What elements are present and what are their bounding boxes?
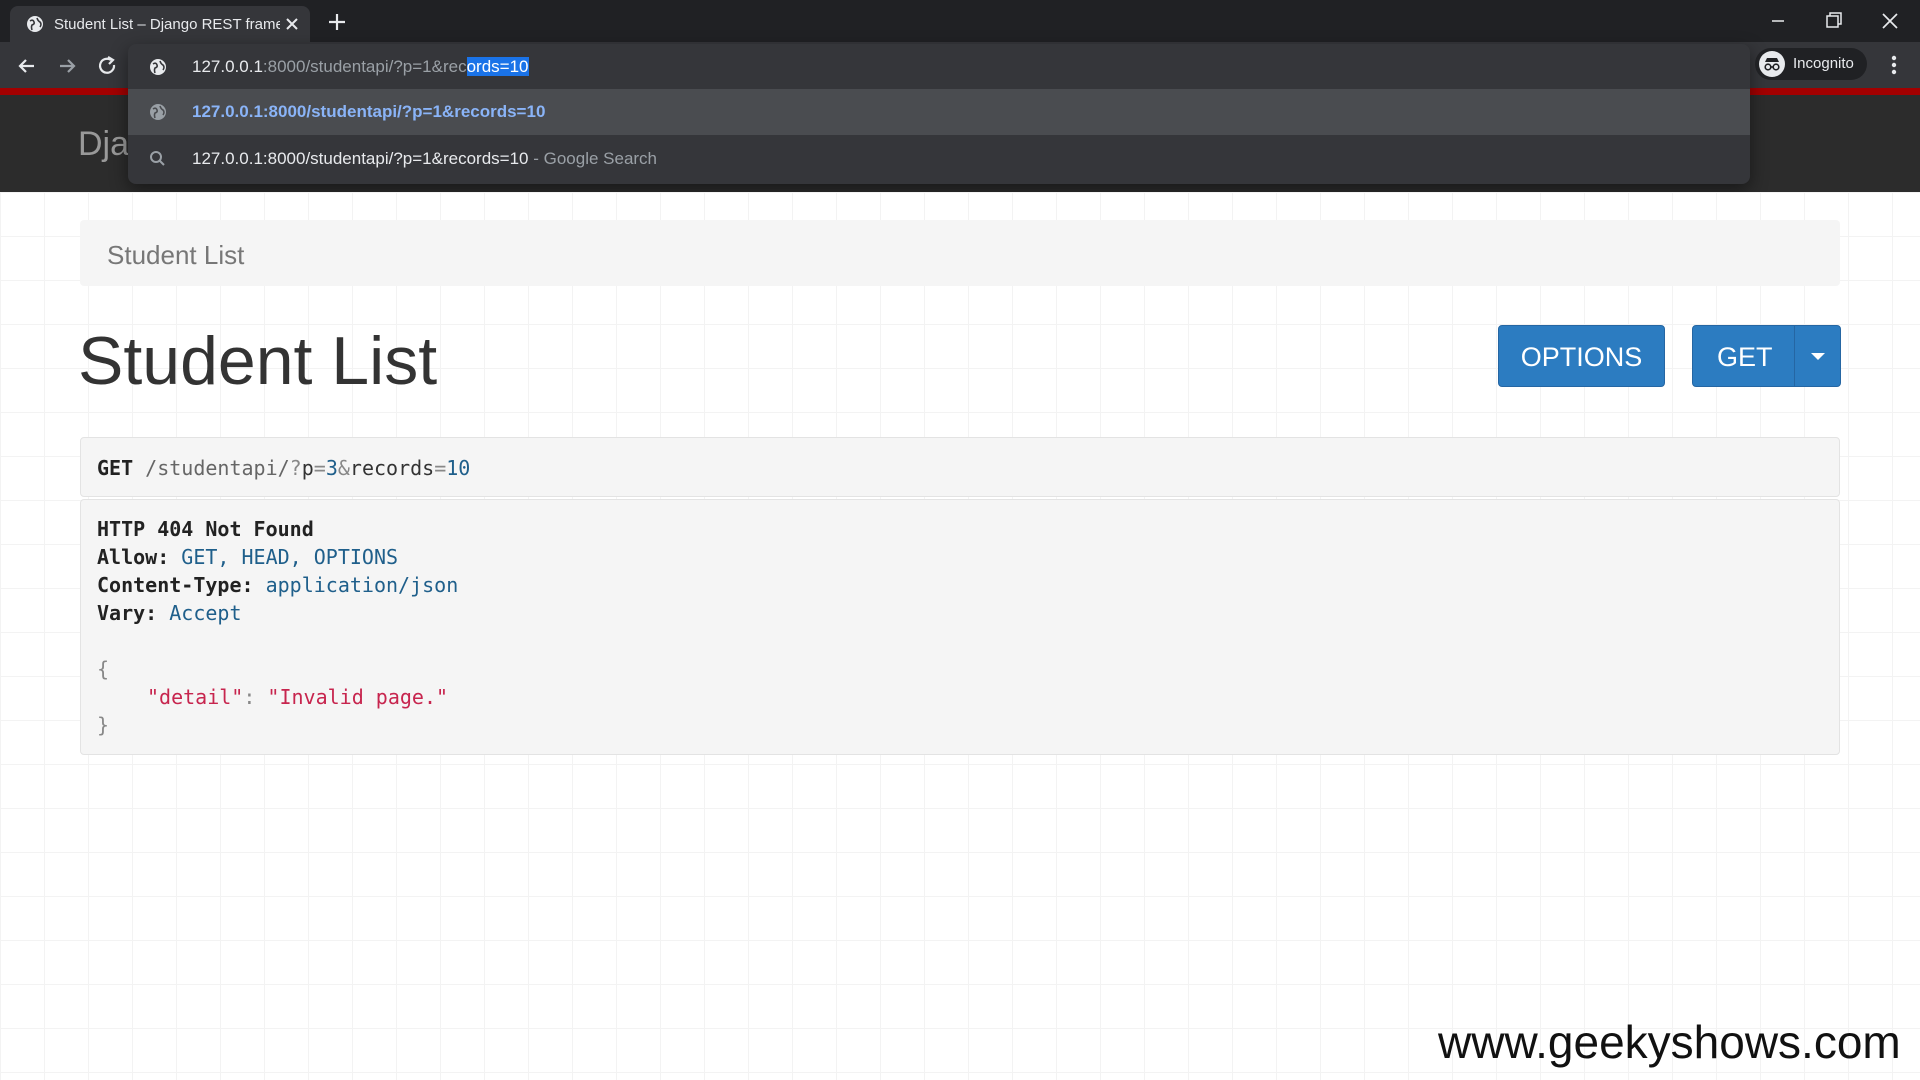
- button-divider: [1794, 326, 1795, 386]
- header-vary: Vary: Accept: [97, 601, 242, 625]
- get-button[interactable]: GET: [1692, 325, 1841, 387]
- minimize-icon[interactable]: [1760, 6, 1796, 36]
- response-info: HTTP 404 Not Found Allow: GET, HEAD, OPT…: [80, 499, 1840, 755]
- request-info: GET /studentapi/?p=3&records=10: [80, 437, 1840, 497]
- incognito-badge[interactable]: Incognito: [1755, 48, 1867, 80]
- header-content-type: Content-Type: application/json: [97, 573, 459, 597]
- suggestion-url[interactable]: 127.0.0.1:8000/studentapi/?p=1&records=1…: [128, 89, 1750, 135]
- plus-icon[interactable]: [325, 10, 349, 34]
- navbar-brand[interactable]: Dja: [78, 125, 129, 164]
- caret-down-icon[interactable]: [1805, 348, 1831, 364]
- tab-title: Student List – Django REST frame: [54, 16, 280, 33]
- response-status: HTTP 404 Not Found: [97, 517, 314, 541]
- incognito-icon: [1759, 51, 1785, 77]
- kebab-menu-icon[interactable]: [1884, 52, 1904, 78]
- json-close-brace: }: [97, 713, 110, 737]
- json-open-brace: {: [97, 657, 110, 681]
- globe-icon: [150, 59, 166, 75]
- header-allow: Allow: GET, HEAD, OPTIONS: [97, 545, 399, 569]
- omnibox-dropdown: 127.0.0.1:8000/studentapi/?p=1&records=1…: [128, 44, 1750, 184]
- page-title: Student List: [78, 323, 438, 399]
- browser-tab[interactable]: Student List – Django REST frame: [10, 6, 310, 42]
- options-button[interactable]: OPTIONS: [1498, 325, 1665, 387]
- json-detail-line: "detail": "Invalid page.": [147, 685, 449, 709]
- suggestion-url-text: 127.0.0.1:8000/studentapi/?p=1&records=1…: [192, 102, 546, 121]
- incognito-label: Incognito: [1793, 55, 1854, 72]
- address-bar[interactable]: 127.0.0.1:8000/studentapi/?p=1&records=1…: [128, 44, 1750, 90]
- address-input[interactable]: 127.0.0.1:8000/studentapi/?p=1&records=1…: [192, 57, 529, 77]
- restore-icon[interactable]: [1815, 6, 1851, 36]
- globe-icon: [27, 16, 43, 32]
- window-close-icon[interactable]: [1872, 6, 1908, 36]
- request-line: GET /studentapi/?p=3&records=10: [97, 456, 471, 480]
- tab-strip: Student List – Django REST frame: [0, 0, 1920, 42]
- globe-icon: [150, 104, 166, 120]
- watermark: www.geekyshows.com: [1438, 1016, 1901, 1068]
- breadcrumb: Student List: [80, 220, 1840, 286]
- suggestion-search[interactable]: 127.0.0.1:8000/studentapi/?p=1&records=1…: [128, 136, 1750, 182]
- search-icon: [150, 151, 165, 166]
- reload-icon[interactable]: [94, 53, 120, 79]
- url-selection: ords=10: [466, 57, 529, 76]
- arrow-left-icon[interactable]: [14, 53, 40, 79]
- arrow-right-icon[interactable]: [54, 53, 80, 79]
- suggestion-search-text: 127.0.0.1:8000/studentapi/?p=1&records=1…: [192, 149, 658, 168]
- close-icon[interactable]: [282, 14, 302, 34]
- breadcrumb-item[interactable]: Student List: [107, 240, 244, 271]
